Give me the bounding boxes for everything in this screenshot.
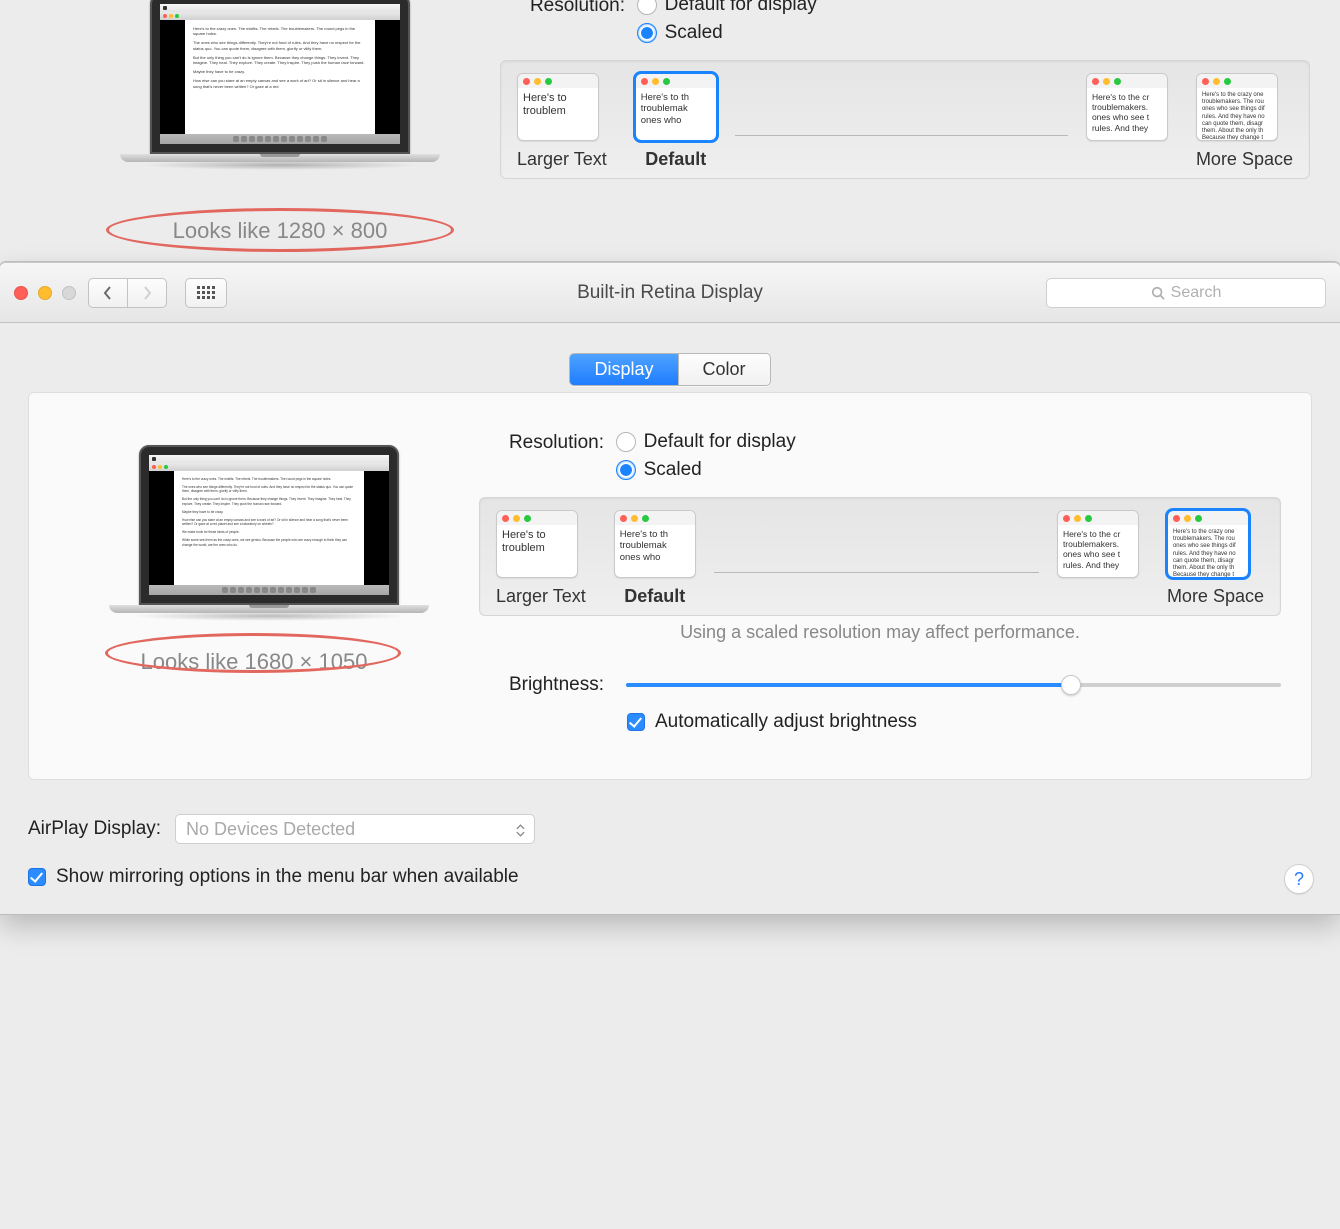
divider (735, 135, 1068, 136)
zoom-icon[interactable] (62, 286, 76, 300)
brightness-slider[interactable] (626, 673, 1281, 697)
thumb-mid[interactable]: Here's to the cr troublemakers. ones who… (1086, 73, 1168, 141)
radio-default-for-display[interactable]: Default for display (616, 431, 796, 453)
thumb-default[interactable]: Here's to th troublemak ones who (614, 510, 696, 578)
thumb-sample: Here's to the crazy one troublemakers. T… (1168, 525, 1248, 577)
thumb-sample: Here's to the cr troublemakers. ones who… (1087, 88, 1167, 140)
radio-label: Scaled (665, 22, 723, 44)
radio-icon (616, 460, 636, 480)
upper-partial-window: Here's to the crazy ones. The misfits. T… (0, 0, 1340, 262)
tab-segmented-control: Display Color (569, 353, 770, 386)
thumb-more-space[interactable]: Here's to the crazy one troublemakers. T… (1196, 73, 1278, 141)
radio-label: Default for display (644, 431, 796, 453)
close-icon[interactable] (14, 286, 28, 300)
resolution-thumbnails: Here's to troublem Larger Text Here's to… (500, 60, 1310, 179)
thumb-more-space[interactable]: Here's to the crazy one troublemakers. T… (1167, 510, 1249, 578)
thumb-larger-text[interactable]: Here's to troublem (496, 510, 578, 578)
thumb-larger-text[interactable]: Here's to troublem (517, 73, 599, 141)
radio-label: Scaled (644, 459, 702, 481)
minimize-icon[interactable] (38, 286, 52, 300)
thumb-label: Larger Text (517, 149, 607, 170)
looks-like-label: Looks like 1280 × 800 (120, 218, 440, 244)
monitor-preview: Here's to the crazy ones. The misfits. T… (89, 445, 449, 621)
airplay-select[interactable]: No Devices Detected (175, 814, 535, 844)
prefs-window: Built-in Retina Display Search Display C… (0, 262, 1340, 914)
search-placeholder: Search (1171, 284, 1222, 302)
select-value: No Devices Detected (186, 819, 355, 840)
thumb-label: Larger Text (496, 586, 586, 607)
footer: AirPlay Display: No Devices Detected Sho… (0, 796, 1340, 914)
thumb-label: Default (635, 149, 717, 170)
display-panel: Here's to the crazy ones. The misfits. T… (28, 392, 1312, 780)
chevron-updown-icon (512, 818, 528, 842)
checkbox-label: Show mirroring options in the menu bar w… (56, 866, 519, 888)
resolution-label: Resolution: (479, 431, 604, 454)
slider-knob[interactable] (1061, 675, 1081, 695)
radio-icon (637, 0, 657, 15)
looks-like-label: Looks like 1680 × 1050 (59, 649, 449, 675)
help-icon: ? (1294, 869, 1304, 890)
monitor-preview: Here's to the crazy ones. The misfits. T… (120, 0, 440, 170)
thumb-sample: Here's to the cr troublemakers. ones who… (1058, 525, 1138, 577)
radio-label: Default for display (665, 0, 817, 16)
divider (714, 572, 1039, 573)
radio-scaled[interactable]: Scaled (637, 22, 817, 44)
window-controls (14, 286, 76, 300)
thumb-sample: Here's to th troublemak ones who (636, 88, 716, 140)
thumb-sample: Here's to the crazy one troublemakers. T… (1197, 88, 1277, 140)
thumb-mid[interactable]: Here's to the cr troublemakers. ones who… (1057, 510, 1139, 578)
thumb-default[interactable]: Here's to th troublemak ones who (635, 73, 717, 141)
tab-color[interactable]: Color (678, 354, 770, 385)
forward-button[interactable] (127, 278, 167, 308)
performance-warning: Using a scaled resolution may affect per… (479, 622, 1281, 643)
checkbox-label: Automatically adjust brightness (655, 711, 917, 733)
thumb-label: Default (614, 586, 696, 607)
radio-icon (616, 432, 636, 452)
tab-display[interactable]: Display (570, 354, 677, 385)
search-input[interactable]: Search (1046, 278, 1326, 308)
radio-icon (637, 23, 657, 43)
auto-brightness-checkbox[interactable]: Automatically adjust brightness (627, 711, 1281, 733)
help-button[interactable]: ? (1284, 864, 1314, 894)
back-button[interactable] (88, 278, 128, 308)
thumb-label: More Space (1167, 586, 1264, 607)
thumb-sample: Here's to th troublemak ones who (615, 525, 695, 577)
titlebar: Built-in Retina Display Search (0, 263, 1340, 323)
mirroring-checkbox[interactable]: Show mirroring options in the menu bar w… (28, 866, 1312, 888)
brightness-label: Brightness: (479, 674, 604, 696)
airplay-label: AirPlay Display: (28, 818, 161, 840)
show-all-button[interactable] (185, 278, 227, 308)
checkbox-icon (627, 713, 645, 731)
thumb-sample: Here's to troublem (518, 88, 598, 140)
radio-scaled[interactable]: Scaled (616, 459, 796, 481)
radio-default-for-display[interactable]: Default for display (637, 0, 817, 16)
resolution-label: Resolution: (500, 0, 625, 17)
checkbox-icon (28, 868, 46, 886)
resolution-thumbnails: Here's to troublem Larger Text Here's to… (479, 497, 1281, 616)
thumb-label: More Space (1196, 149, 1293, 170)
thumb-sample: Here's to troublem (497, 525, 577, 577)
